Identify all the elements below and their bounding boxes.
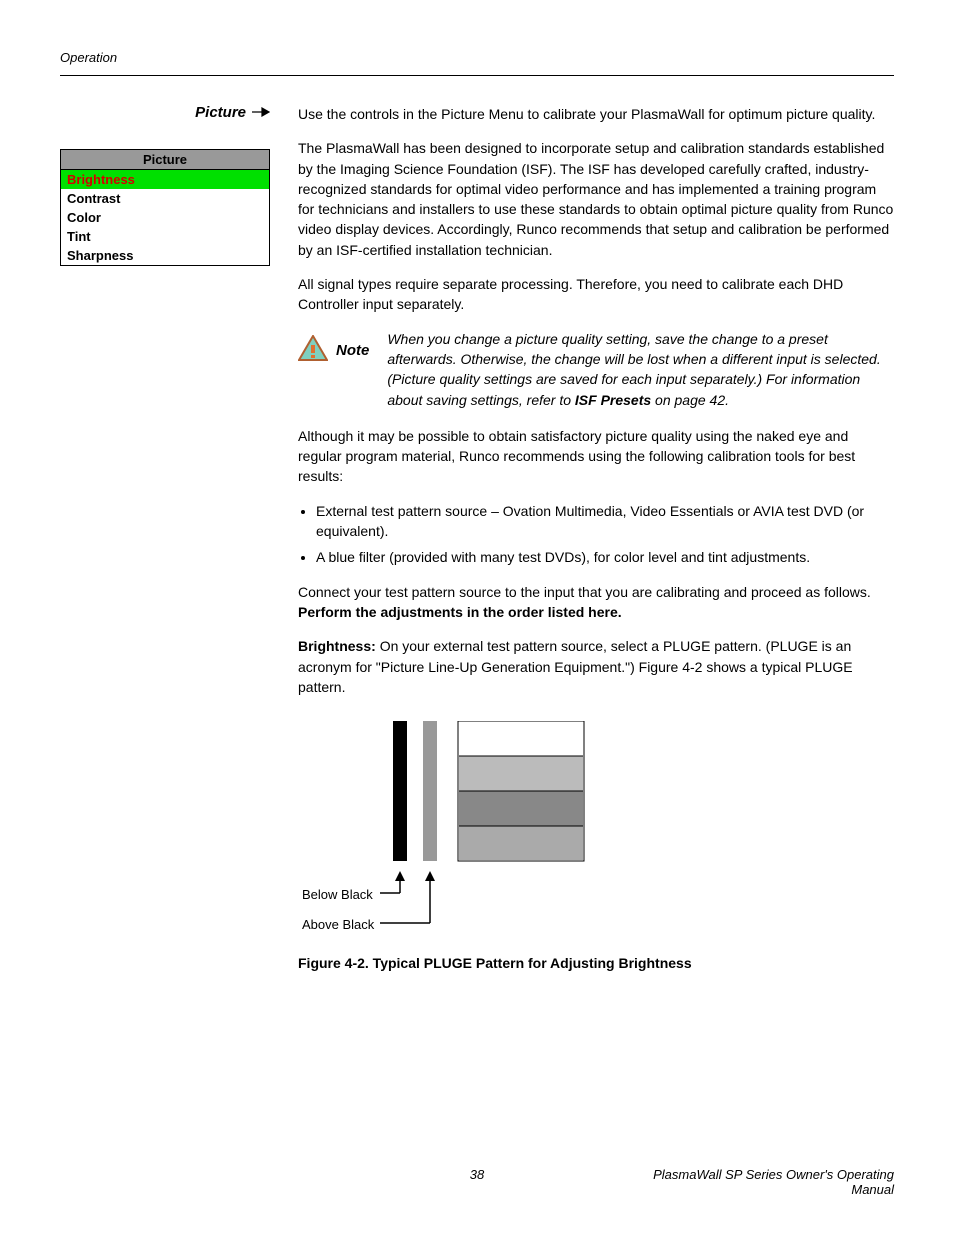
paragraph-tools-intro: Although it may be possible to obtain sa… — [298, 426, 894, 487]
page-body: Picture Picture Brightness Contrast Colo… — [60, 104, 894, 973]
paragraph-brightness: Brightness: On your external test patter… — [298, 636, 894, 697]
paragraph-intro: Use the controls in the Picture Menu to … — [298, 104, 894, 124]
note-text: When you change a picture quality settin… — [387, 329, 894, 410]
menu-item-tint[interactable]: Tint — [61, 227, 269, 246]
connect-text: Connect your test pattern source to the … — [298, 584, 871, 600]
list-item: External test pattern source – Ovation M… — [316, 501, 894, 542]
footer-spacer — [60, 1167, 338, 1197]
note-label: Note — [336, 340, 369, 362]
tools-list: External test pattern source – Ovation M… — [298, 501, 894, 568]
menu-item-contrast[interactable]: Contrast — [61, 189, 269, 208]
paragraph-signals: All signal types require separate proces… — [298, 274, 894, 315]
note-text-part2: on page 42. — [651, 392, 729, 408]
paragraph-connect: Connect your test pattern source to the … — [298, 582, 894, 623]
section-title-row: Picture — [60, 104, 270, 121]
above-black-label: Above Black — [302, 916, 374, 935]
menu-item-sharpness[interactable]: Sharpness — [61, 246, 269, 265]
note-bold-ref: ISF Presets — [575, 392, 651, 408]
note-block: Note When you change a picture quality s… — [298, 329, 894, 410]
section-title-text: Picture — [195, 104, 246, 121]
left-column: Picture Picture Brightness Contrast Colo… — [60, 104, 270, 973]
menu-item-color[interactable]: Color — [61, 208, 269, 227]
figure-caption: Figure 4-2. Typical PLUGE Pattern for Ad… — [298, 953, 894, 973]
list-item: A blue filter (provided with many test D… — [316, 547, 894, 567]
arrow-right-icon — [252, 104, 270, 121]
section-title: Picture — [195, 104, 270, 121]
pluge-figure: Below Black Above Black — [298, 721, 894, 941]
paragraph-isf: The PlasmaWall has been designed to inco… — [298, 138, 894, 260]
warning-triangle-icon — [298, 335, 328, 368]
note-icon-wrap: Note — [298, 329, 369, 368]
page-footer: 38 PlasmaWall SP Series Owner's Operatin… — [60, 1167, 894, 1197]
right-column: Use the controls in the Picture Menu to … — [298, 104, 894, 973]
brightness-heading: Brightness: — [298, 638, 380, 654]
page-number: 38 — [338, 1167, 616, 1197]
page-header: Operation — [60, 50, 894, 65]
below-black-label: Below Black — [302, 886, 373, 905]
connect-bold: Perform the adjustments in the order lis… — [298, 604, 622, 620]
header-divider — [60, 75, 894, 76]
menu-item-brightness[interactable]: Brightness — [61, 170, 269, 189]
brightness-text: On your external test pattern source, se… — [298, 638, 853, 695]
picture-menu: Picture Brightness Contrast Color Tint S… — [60, 149, 270, 266]
picture-menu-header: Picture — [61, 150, 269, 170]
manual-title: PlasmaWall SP Series Owner's Operating M… — [616, 1167, 894, 1197]
